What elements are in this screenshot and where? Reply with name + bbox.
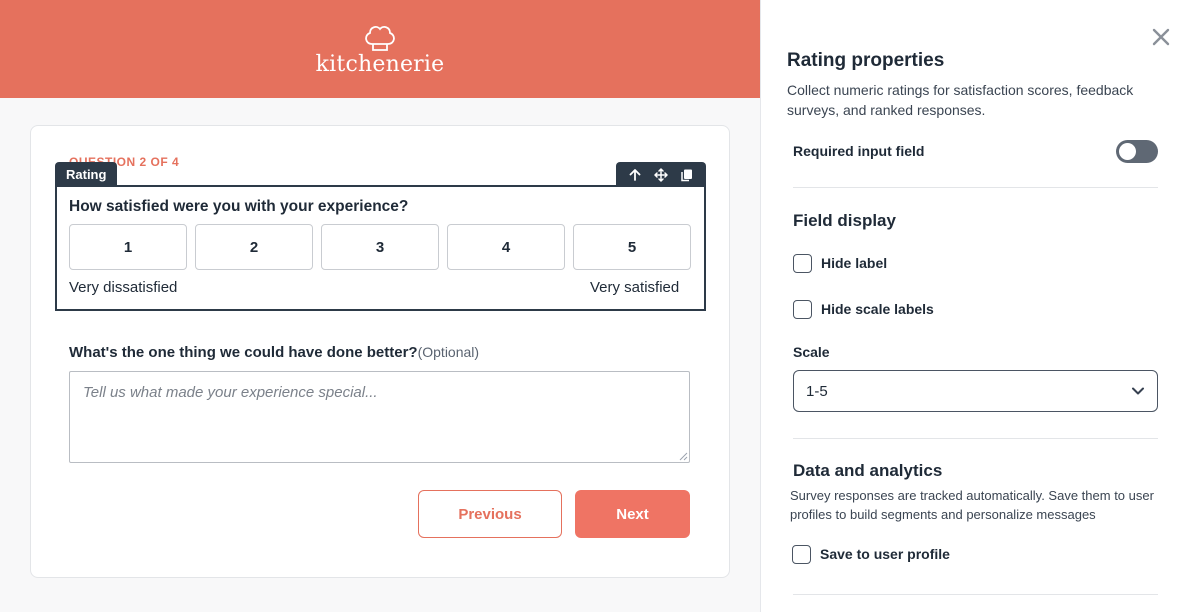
panel-description: Collect numeric ratings for satisfaction…	[787, 82, 1134, 118]
hide-scale-labels-checkbox[interactable]	[793, 299, 812, 319]
divider	[793, 187, 1158, 188]
move-up-icon	[629, 168, 641, 181]
rating-option-1[interactable]: 1	[69, 224, 187, 270]
close-icon[interactable]	[1150, 26, 1172, 48]
drag-move-icon	[654, 167, 668, 182]
rating-option-3[interactable]: 3	[321, 224, 439, 270]
rating-scale: 1 2 3 4 5	[69, 224, 691, 270]
hide-label-option[interactable]: Hide label	[793, 253, 887, 273]
rating-option-2[interactable]: 2	[195, 224, 313, 270]
scale-select-label: Scale	[793, 344, 830, 360]
chef-hat-icon	[365, 26, 395, 51]
chevron-down-icon	[1132, 387, 1144, 395]
save-profile-checkbox[interactable]	[792, 544, 811, 564]
brand-logo: kitchenerie	[300, 22, 460, 82]
divider	[793, 594, 1158, 595]
panel-title: Rating properties	[787, 50, 945, 71]
hide-label-text: Hide label	[821, 255, 888, 271]
hide-label-checkbox[interactable]	[793, 253, 812, 273]
toggle-knob	[1119, 143, 1136, 160]
rating-option-5[interactable]: 5	[573, 224, 691, 270]
move-up-button[interactable]	[626, 166, 644, 184]
resize-grip-icon[interactable]	[678, 451, 688, 461]
analytics-heading: Data and analytics	[793, 461, 943, 480]
next-button[interactable]: Next	[575, 490, 690, 538]
hide-scale-labels-option[interactable]: Hide scale labels	[793, 299, 934, 319]
duplicate-icon	[681, 169, 692, 181]
rating-option-4[interactable]: 4	[447, 224, 565, 270]
analytics-description: Survey responses are tracked automatical…	[790, 488, 1154, 522]
previous-button[interactable]: Previous	[418, 490, 562, 538]
improve-textarea[interactable]	[69, 371, 690, 463]
rating-block-tag: Rating	[55, 162, 118, 187]
required-field-toggle[interactable]	[1116, 140, 1158, 163]
drag-move-button[interactable]	[652, 166, 670, 184]
optional-label: (Optional)	[417, 344, 480, 360]
scale-high-label: Very satisfied	[590, 279, 680, 296]
scale-low-label: Very dissatisfied	[69, 279, 178, 296]
save-profile-text: Save to user profile	[820, 546, 950, 562]
duplicate-button[interactable]	[678, 166, 696, 184]
scale-select[interactable]: 1-5	[793, 370, 1158, 412]
block-toolbar	[616, 162, 706, 187]
improve-question-text: What's the one thing we could have done …	[69, 344, 418, 361]
rating-question-label: How satisfied were you with your experie…	[69, 198, 409, 215]
scale-select-value: 1-5	[806, 382, 828, 400]
required-field-label: Required input field	[793, 143, 925, 159]
logo-text: kitchenerie	[315, 52, 445, 77]
field-display-heading: Field display	[793, 211, 896, 230]
hide-scale-labels-text: Hide scale labels	[821, 301, 934, 317]
improve-question-label: What's the one thing we could have done …	[69, 344, 479, 361]
save-profile-option[interactable]: Save to user profile	[792, 544, 950, 564]
divider	[793, 438, 1158, 439]
